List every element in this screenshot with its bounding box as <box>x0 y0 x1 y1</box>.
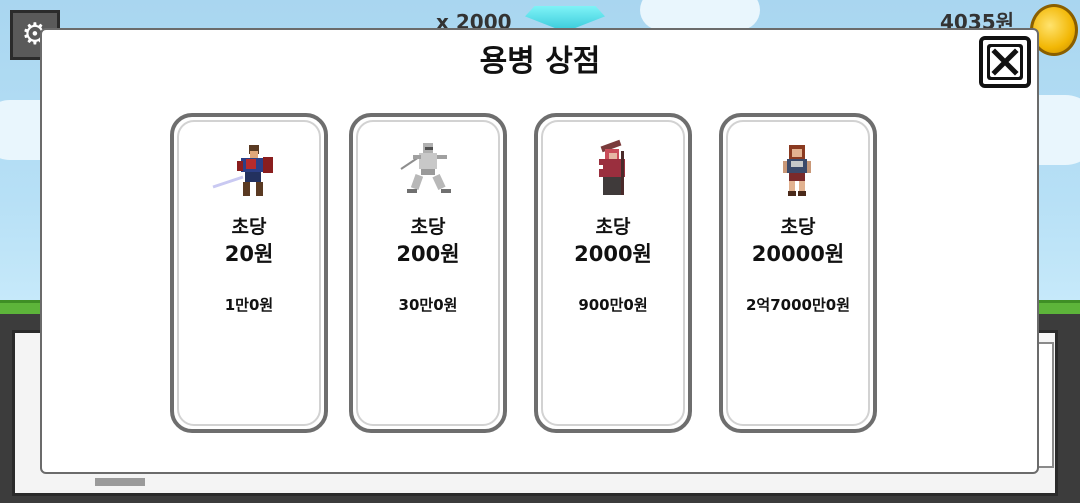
price: 2억7000만0원 <box>745 296 851 314</box>
rate-value: 2000원 <box>574 242 652 266</box>
ninja-sprite <box>353 139 503 201</box>
close-button[interactable] <box>979 36 1031 88</box>
rate-label: 초당 <box>780 216 816 238</box>
price: 30만0원 <box>398 296 458 314</box>
warrior-woman-sprite <box>723 139 873 201</box>
rate-label: 초당 <box>231 216 267 238</box>
rate-label: 초당 <box>410 216 446 238</box>
cloud <box>640 0 760 30</box>
rate-value: 20원 <box>224 242 274 266</box>
swordsman-sprite <box>174 139 324 201</box>
mercenary-card-2[interactable]: 초당 200원 30만0원 <box>349 113 507 433</box>
rate-value: 200원 <box>396 242 460 266</box>
price: 1만0원 <box>224 296 274 314</box>
floor-block <box>95 478 145 486</box>
mercenary-card-4[interactable]: 초당 20000원 2억7000만0원 <box>719 113 877 433</box>
price: 900만0원 <box>578 296 648 314</box>
mercenary-card-1[interactable]: 초당 20원 1만0원 <box>170 113 328 433</box>
witch-sprite <box>538 139 688 201</box>
rate-value: 20000원 <box>751 242 845 266</box>
close-icon <box>987 44 1023 80</box>
shop-title: 용병 상점 <box>479 44 601 79</box>
mercenary-card-3[interactable]: 초당 2000원 900만0원 <box>534 113 692 433</box>
game-screen: ⚙ x 2000 4035원 용병 상점 초당 20원 1만0원 초당 200원… <box>0 0 1080 503</box>
rate-label: 초당 <box>595 216 631 238</box>
